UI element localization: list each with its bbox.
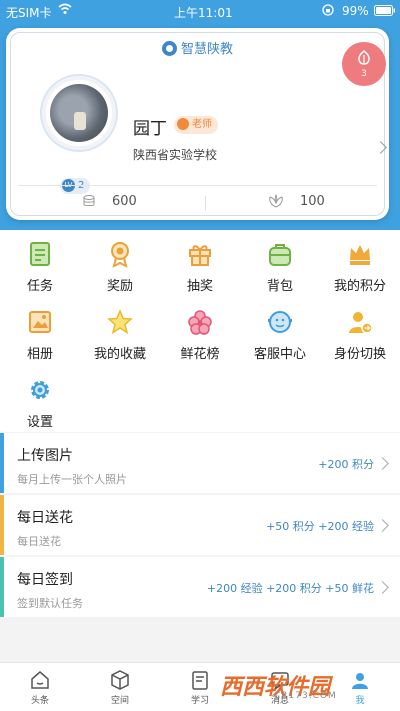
chevron-right-icon [376, 519, 389, 532]
tab-label: 消息 [270, 696, 289, 706]
backpack-icon [266, 240, 294, 268]
level-badge: LV2 [60, 178, 91, 194]
avatar[interactable] [42, 76, 116, 150]
tab-label: 空间 [110, 696, 129, 706]
profile-card[interactable]: 智慧陕教 3 LV2 园丁 老师 陕西省实验学校 600 100 [6, 28, 389, 220]
medal-icon [106, 240, 134, 268]
menu-item-customer-service[interactable]: 客服中心 [240, 308, 320, 362]
task-subtitle: 每日送花 [17, 535, 61, 548]
gear-icon [26, 376, 54, 404]
app-brand: 智慧陕教 [6, 38, 389, 57]
menu-item-settings[interactable]: 设置 [0, 376, 80, 430]
task-icon [26, 240, 54, 268]
menu-item-lottery[interactable]: 抽奖 [160, 240, 240, 294]
tab-messages[interactable]: 消息 [240, 669, 320, 706]
battery-icon [374, 5, 396, 19]
orientation-lock-icon [322, 4, 334, 19]
menu-item-task[interactable]: 任务 [0, 240, 80, 294]
task-reward: +50 积分 +200 经验 [266, 520, 374, 533]
task-subtitle: 签到默认任务 [17, 597, 83, 610]
message-icon [271, 672, 289, 691]
tab-study[interactable]: 学习 [160, 669, 240, 706]
switch-identity-icon [346, 308, 374, 336]
flower-icon [186, 308, 214, 336]
stat-separator [205, 196, 206, 210]
menu-item-label: 奖励 [106, 279, 133, 294]
gift-icon [186, 240, 214, 268]
role-label: 老师 [192, 119, 212, 130]
flower-count-button[interactable]: 3 [342, 42, 386, 86]
teacher-icon [177, 118, 189, 130]
menu-item-label: 客服中心 [253, 347, 306, 362]
chevron-right-icon [376, 581, 389, 594]
coins-icon [83, 195, 95, 207]
menu-item-label: 背包 [266, 279, 293, 294]
cube-icon [111, 670, 129, 690]
crown-icon [346, 240, 374, 268]
task-color-bar [0, 557, 4, 617]
wifi-icon [58, 3, 72, 18]
divider [18, 185, 377, 186]
task-daily-flower[interactable]: 每日送花 每日送花 +50 积分 +200 经验 [0, 495, 400, 555]
tab-me[interactable]: 我 [320, 669, 400, 706]
task-reward: +200 经验 +200 积分 +50 鲜花 [206, 582, 374, 595]
coins-value: 600 [112, 194, 137, 209]
task-subtitle: 每月上传一张个人照片 [17, 473, 127, 486]
album-icon [26, 308, 54, 336]
task-daily-checkin[interactable]: 每日签到 签到默认任务 +200 经验 +200 积分 +50 鲜花 [0, 557, 400, 617]
avatar-image [50, 84, 108, 142]
task-color-bar [0, 433, 4, 493]
menu-item-favorites[interactable]: 我的收藏 [80, 308, 160, 362]
flower-icon [358, 49, 370, 65]
task-color-bar [0, 495, 4, 555]
status-bar: 无SIM卡 上午11:01 99% [0, 0, 400, 22]
flowers-stat: 100 [268, 193, 325, 209]
task-title: 每日送花 [17, 510, 73, 526]
task-title: 每日签到 [17, 572, 73, 588]
flowers-value: 100 [300, 194, 325, 209]
tab-headlines[interactable]: 头条 [0, 669, 80, 706]
coins-stat: 600 [82, 194, 137, 209]
menu-item-label: 我的收藏 [93, 347, 146, 362]
feature-grid: 任务 奖励 抽奖 背包 我的积分 相册 我的收藏 鲜花榜 客服中心 身份切换 设… [0, 230, 400, 432]
school-name: 陕西省实验学校 [133, 148, 218, 162]
menu-item-backpack[interactable]: 背包 [240, 240, 320, 294]
flower-count: 3 [361, 69, 367, 79]
menu-item-label: 相册 [26, 347, 53, 362]
task-reward: +200 积分 [318, 458, 374, 471]
chevron-right-icon[interactable] [374, 141, 387, 154]
clock-text: 上午11:01 [174, 6, 233, 20]
home-icon [31, 671, 49, 689]
app-logo-icon [161, 41, 177, 56]
menu-item-my-points[interactable]: 我的积分 [320, 240, 400, 294]
menu-item-label: 鲜花榜 [180, 347, 220, 362]
star-icon [106, 308, 134, 336]
book-icon [192, 671, 208, 690]
customer-service-icon [266, 308, 294, 336]
battery-text: 99% [342, 4, 369, 18]
task-upload-photo[interactable]: 上传图片 每月上传一张个人照片 +200 积分 [0, 433, 400, 493]
carrier-text: 无SIM卡 [6, 6, 52, 20]
role-badge: 老师 [174, 116, 218, 134]
menu-item-label: 任务 [26, 279, 53, 294]
menu-item-reward[interactable]: 奖励 [80, 240, 160, 294]
user-icon [352, 673, 368, 689]
app-name: 智慧陕教 [180, 42, 233, 57]
tab-label: 我 [355, 696, 365, 706]
bottom-tab-bar: 头条 空间 学习 消息 我 [0, 662, 400, 711]
menu-item-flower-ranking[interactable]: 鲜花榜 [160, 308, 240, 362]
user-name: 园丁 [133, 119, 167, 139]
menu-item-album[interactable]: 相册 [0, 308, 80, 362]
menu-item-label: 身份切换 [333, 347, 386, 362]
tab-label: 头条 [30, 696, 49, 706]
tab-space[interactable]: 空间 [80, 669, 160, 706]
menu-item-label: 设置 [26, 415, 53, 430]
menu-item-label: 抽奖 [186, 279, 213, 294]
flower-outline-icon [269, 193, 283, 208]
task-title: 上传图片 [17, 448, 73, 464]
chevron-right-icon [376, 457, 389, 470]
menu-item-switch-identity[interactable]: 身份切换 [320, 308, 400, 362]
tab-label: 学习 [190, 696, 209, 706]
menu-item-label: 我的积分 [333, 279, 386, 294]
